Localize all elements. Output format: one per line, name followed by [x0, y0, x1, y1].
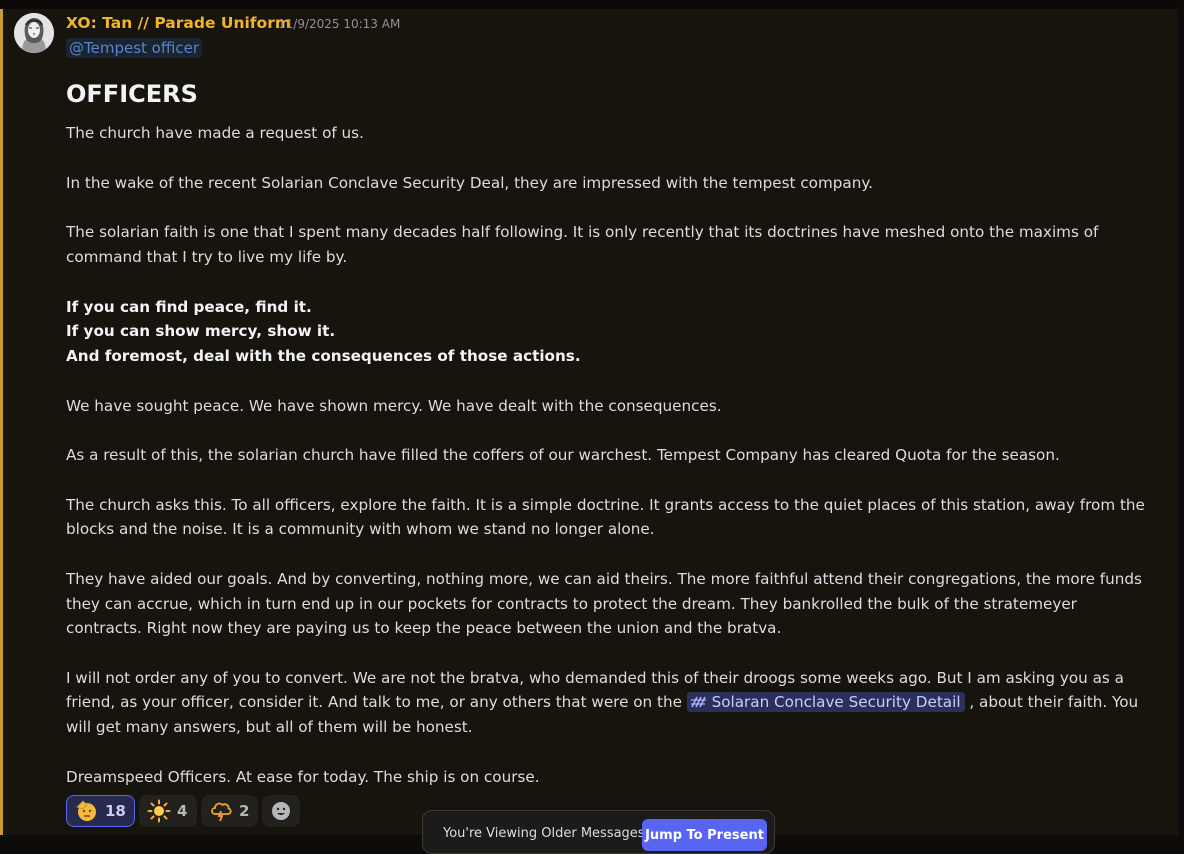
role-mention[interactable]: @Tempest officer [66, 38, 202, 58]
maxim-line: If you can find peace, find it. [66, 298, 312, 316]
avatar[interactable] [14, 13, 54, 53]
message-heading: OFFICERS [66, 80, 198, 108]
message-line-text: friend, as your officer, consider it. An… [66, 693, 682, 711]
avatar-portrait-icon [14, 13, 54, 53]
message-line: I will not order any of you to convert. … [66, 669, 1124, 687]
reaction-count: 4 [177, 802, 188, 820]
maxim-line: If you can show mercy, show it. [66, 322, 336, 340]
message-line: friend, as your officer, consider it. An… [66, 692, 1139, 712]
sun-icon [147, 799, 171, 823]
message-line-text: , about their faith. You [969, 693, 1139, 711]
reaction-cloud-lightning[interactable]: 2 [201, 795, 258, 827]
message-line: will get many answers, but all of them w… [66, 718, 473, 736]
message-line: As a result of this, the solarian church… [66, 446, 1060, 464]
thread-channel-icon [690, 696, 706, 708]
message-line: Dreamspeed Officers. At ease for today. … [66, 768, 540, 786]
message-line: The church have made a request of us. [66, 124, 364, 142]
reaction-sun[interactable]: 4 [139, 795, 197, 827]
author-name[interactable]: XO: Tan // Parade Uniform [66, 14, 291, 32]
message-line: We have sought peace. We have shown merc… [66, 397, 722, 415]
message-line: They have aided our goals. And by conver… [66, 570, 1142, 588]
message-line: In the wake of the recent Solarian Concl… [66, 174, 873, 192]
reaction-saluting-face[interactable]: 18 [66, 795, 135, 827]
message-line: they can accrue, which in turn end up in… [66, 595, 1077, 613]
top-strip [0, 0, 1184, 9]
cloud-lightning-icon [211, 802, 232, 822]
message-line: blocks and the noise. It is a community … [66, 520, 655, 538]
message-line: contracts. Right now they are paying us … [66, 619, 782, 637]
message-line: The solarian faith is one that I spent m… [66, 223, 1099, 241]
maxim-line: And foremost, deal with the consequences… [66, 347, 581, 365]
saluting-face-icon [76, 800, 96, 821]
reaction-count: 2 [239, 802, 250, 820]
older-messages-text: You're Viewing Older Messages [443, 826, 645, 841]
add-reaction-button[interactable] [262, 795, 300, 827]
message-line: command that I try to live my life by. [66, 248, 348, 266]
scrollbar-gutter[interactable] [1178, 0, 1184, 848]
message-timestamp: 11/9/2025 10:13 AM [278, 17, 401, 31]
channel-link-label: Solaran Conclave Security Detail [711, 693, 961, 711]
reaction-count: 18 [105, 802, 126, 820]
add-reaction-icon [272, 802, 290, 820]
channel-link[interactable]: Solaran Conclave Security Detail [686, 692, 965, 712]
message-line: The church asks this. To all officers, e… [66, 496, 1145, 514]
jump-to-present-button[interactable]: Jump To Present [642, 819, 767, 851]
older-messages-bar: You're Viewing Older Messages Jump To Pr… [422, 810, 775, 854]
